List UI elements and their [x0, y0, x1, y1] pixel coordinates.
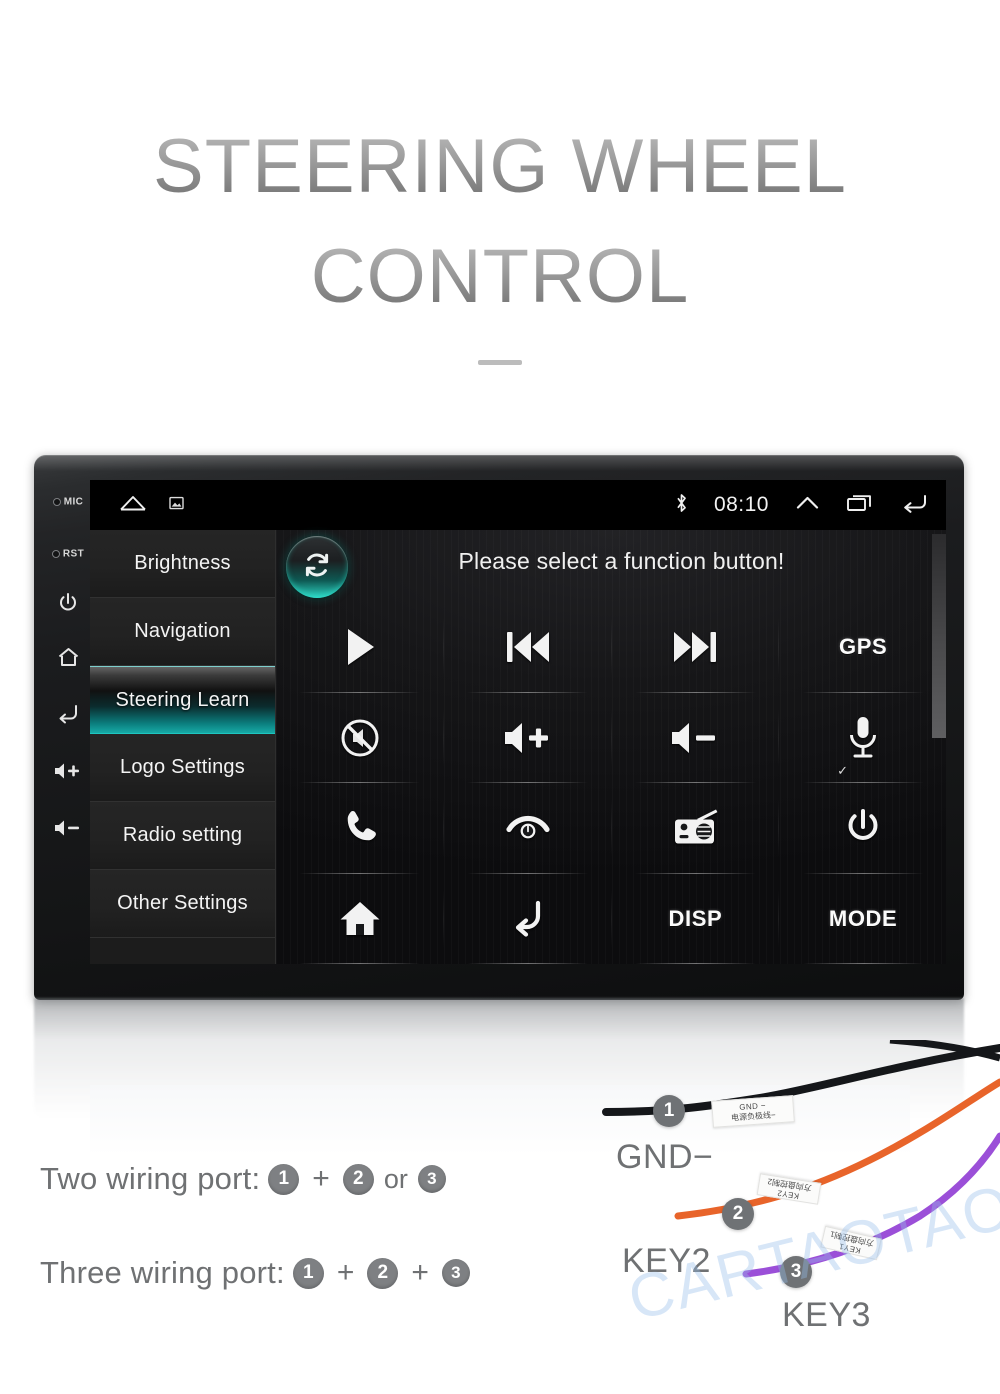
- wire-badge-3: 3: [780, 1256, 812, 1288]
- legend-row-two-ports: Two wiring port: 1 + 2 or 3: [40, 1146, 600, 1212]
- disp-button-label: DISP: [668, 905, 723, 931]
- legend-bullet-1b: 1: [292, 1257, 324, 1289]
- sidebar-item-brightness[interactable]: Brightness: [90, 530, 275, 598]
- home-button[interactable]: [276, 874, 444, 965]
- device-body: MIC RST 08:10 Brightness Navigation Stee…: [34, 455, 964, 1000]
- device-top-highlight: [34, 455, 964, 471]
- legend-bullet-2: 2: [342, 1163, 374, 1195]
- head-unit-device: MIC RST 08:10 Brightness Navigation Stee…: [34, 455, 964, 1000]
- legend-op-or: or: [383, 1163, 408, 1194]
- settings-sidebar: Brightness Navigation Steering Learn Log…: [90, 530, 275, 964]
- wire-paths: [602, 1040, 1000, 1278]
- legend-label-two: Two wiring port:: [40, 1161, 261, 1196]
- chevron-up-icon[interactable]: [795, 493, 820, 518]
- next-button[interactable]: [612, 602, 780, 693]
- back-button[interactable]: [444, 874, 612, 965]
- mode-button[interactable]: MODE: [779, 874, 946, 965]
- page-title: STEERING WHEEL CONTROL: [0, 112, 1000, 365]
- volume-up-icon: [42, 761, 94, 781]
- legend-op-plus-1: +: [336, 1256, 355, 1289]
- legend-row-three-ports: Three wiring port: 1 + 2 + 3: [40, 1240, 600, 1306]
- disp-button[interactable]: DISP: [612, 874, 780, 965]
- function-button-grid: GPS ✓ DISP MODE: [276, 602, 946, 964]
- legend-bullet-2b: 2: [367, 1257, 399, 1289]
- wiring-legend: Two wiring port: 1 + 2 or 3 Three wiring…: [40, 1146, 600, 1306]
- recent-apps-icon[interactable]: [846, 493, 874, 518]
- steering-learn-panel: Please select a function button! GPS ✓ D…: [275, 530, 946, 964]
- back-key[interactable]: [42, 701, 94, 725]
- screenshot-icon[interactable]: [169, 496, 184, 515]
- power-key[interactable]: [42, 591, 94, 615]
- volume-down-key[interactable]: [42, 818, 94, 838]
- volume-down-button[interactable]: [612, 693, 780, 784]
- home-icon[interactable]: [119, 494, 147, 517]
- power-button[interactable]: [779, 783, 946, 874]
- volume-down-icon: [42, 818, 94, 838]
- voice-mic-button[interactable]: ✓: [779, 693, 946, 784]
- mute-button[interactable]: [276, 693, 444, 784]
- power-icon: [42, 591, 94, 615]
- wire-tag-gnd-cn: 电源负极线−: [730, 1109, 776, 1123]
- back-icon: [42, 701, 94, 725]
- android-status-bar: 08:10: [90, 480, 946, 530]
- wire-name-gnd: GND−: [616, 1138, 714, 1176]
- status-bar-left-icons: [119, 480, 184, 530]
- back-icon[interactable]: [900, 493, 928, 518]
- wire-badge-2: 2: [722, 1198, 754, 1230]
- previous-button[interactable]: [444, 602, 612, 693]
- wire-tag-gnd: GND − 电源负极线−: [711, 1095, 795, 1128]
- page-title-line2: CONTROL: [0, 222, 1000, 332]
- device-bezel-keys: MIC RST: [42, 473, 94, 983]
- call-answer-button[interactable]: [276, 783, 444, 874]
- panel-scrollbar-thumb[interactable]: [932, 534, 946, 738]
- reset-pinhole[interactable]: RST: [42, 545, 94, 563]
- gps-button[interactable]: GPS: [779, 602, 946, 693]
- legend-bullet-3: 3: [417, 1165, 446, 1193]
- reset-pinhole-icon: [51, 549, 60, 558]
- legend-bullet-1: 1: [268, 1163, 300, 1195]
- mic-pinhole-icon: [52, 497, 61, 506]
- wire-name-key3: KEY3: [782, 1296, 871, 1334]
- wiring-harness-photo: GND − 电源负极线− KEY2 方向盘控制2 KEY1 方向盘控制1 1 2…: [560, 1040, 1000, 1394]
- volume-up-key[interactable]: [42, 761, 94, 781]
- sidebar-item-navigation[interactable]: Navigation: [90, 598, 275, 666]
- mode-button-label: MODE: [828, 905, 898, 931]
- panel-message: Please select a function button!: [458, 548, 785, 574]
- home-icon: [42, 645, 94, 669]
- home-key[interactable]: [42, 645, 94, 669]
- mic-pinhole: MIC: [42, 493, 94, 511]
- page-title-line1: STEERING WHEEL: [0, 112, 1000, 222]
- sidebar-item-steering-learn[interactable]: Steering Learn: [90, 666, 275, 734]
- volume-up-button[interactable]: [444, 693, 612, 784]
- play-button[interactable]: [276, 602, 444, 693]
- legend-op-plus: +: [312, 1162, 330, 1195]
- panel-scrollbar[interactable]: [932, 530, 946, 964]
- gps-button-label: GPS: [838, 634, 888, 660]
- bluetooth-icon: [675, 492, 688, 519]
- call-end-button[interactable]: [444, 783, 612, 874]
- wire-name-key2: KEY2: [622, 1242, 711, 1280]
- voice-mic-check-icon: ✓: [837, 763, 849, 778]
- sidebar-item-logo-settings[interactable]: Logo Settings: [90, 734, 275, 802]
- sidebar-item-other-settings[interactable]: Other Settings: [90, 870, 275, 938]
- status-bar-right-icons: 08:10: [675, 480, 928, 530]
- legend-label-three: Three wiring port:: [40, 1255, 285, 1290]
- title-divider: [478, 360, 522, 365]
- page-root: STEERING WHEEL CONTROL MIC RST 08:10 Bri…: [0, 0, 1000, 1394]
- screen-content: Brightness Navigation Steering Learn Log…: [90, 530, 946, 964]
- status-bar-clock: 08:10: [713, 493, 769, 516]
- device-screen: 08:10 Brightness Navigation Steering Lea…: [90, 480, 946, 964]
- wire-badge-1: 1: [653, 1095, 685, 1127]
- legend-bullet-3b: 3: [441, 1259, 470, 1287]
- sidebar-item-radio-setting[interactable]: Radio setting: [90, 802, 275, 870]
- legend-op-plus-2: +: [411, 1256, 429, 1289]
- radio-button[interactable]: [612, 783, 780, 874]
